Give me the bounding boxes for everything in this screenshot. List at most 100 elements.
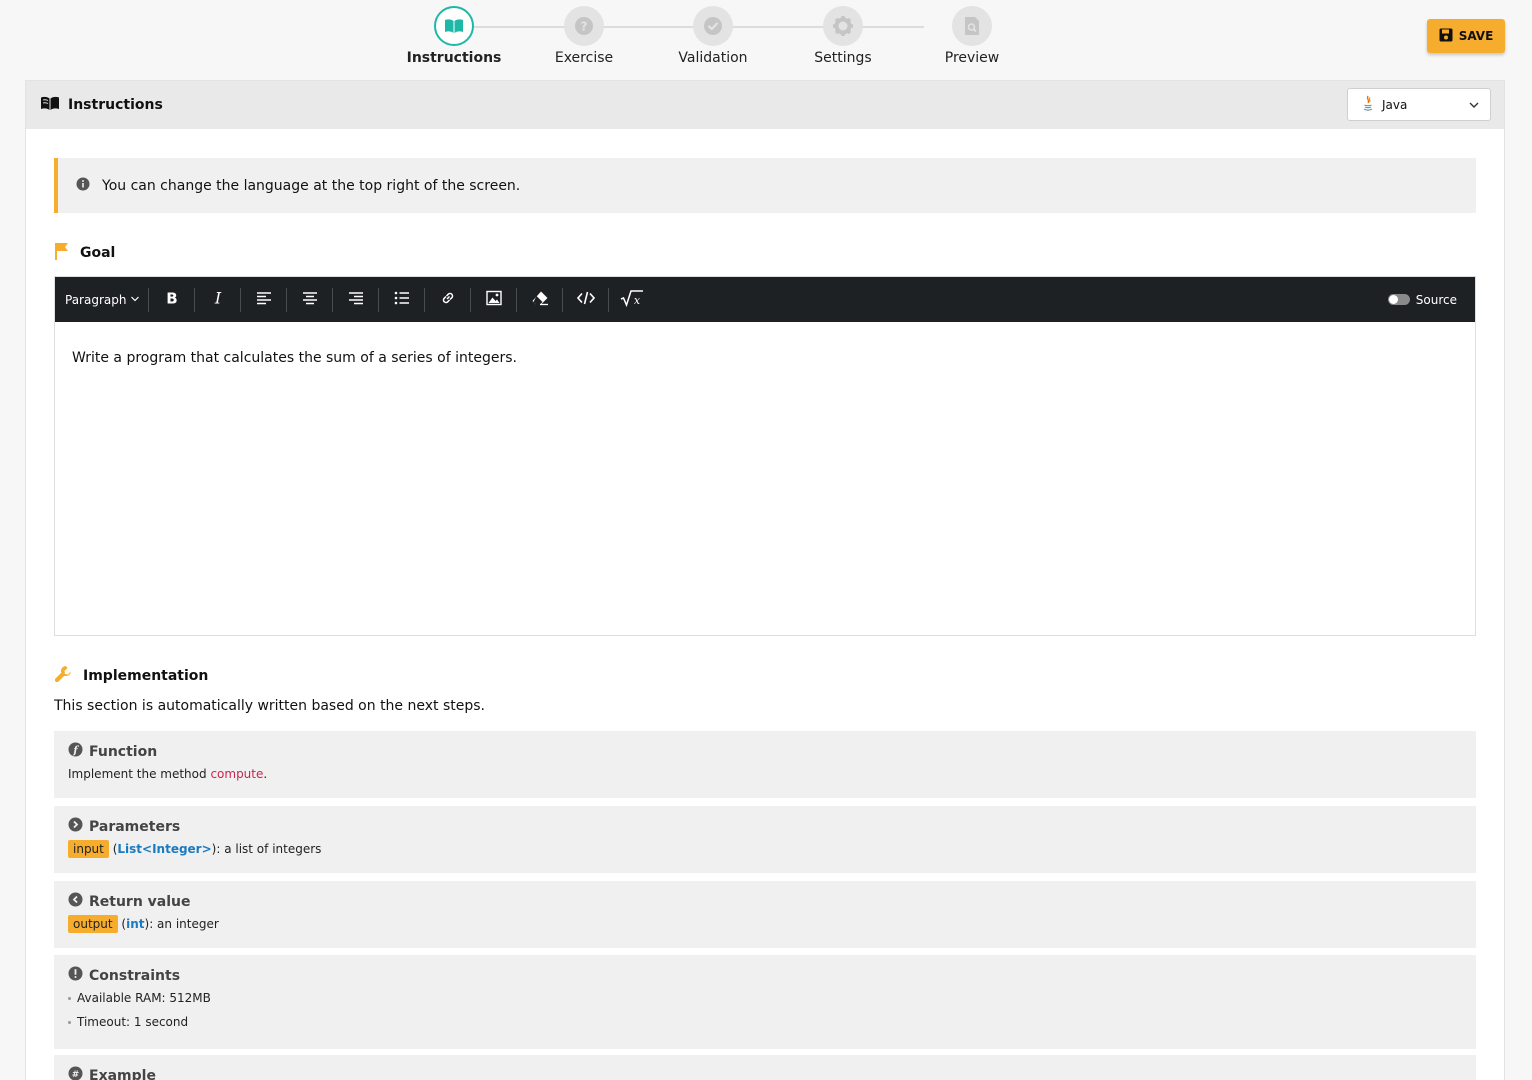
implementation-description: This section is automatically written ba… <box>54 698 485 714</box>
bullet-dot <box>68 1020 71 1024</box>
remove-format-button[interactable] <box>517 277 562 322</box>
parameters-body: input (List<Integer>): a list of integer… <box>68 840 1462 858</box>
function-heading: f Function <box>68 742 1462 761</box>
wrench-icon <box>54 665 72 687</box>
goal-editor: Paragraph B I x Source Write a program t… <box>54 276 1476 636</box>
panel-title: Instructions <box>68 97 163 113</box>
step-label: Settings <box>814 50 872 66</box>
list-item: Timeout: 1 second <box>68 1015 1462 1029</box>
param-type: List<Integer> <box>117 842 212 856</box>
bulleted-list-icon <box>394 290 410 309</box>
source-label: Source <box>1415 292 1457 307</box>
save-button[interactable]: SAVE <box>1427 19 1505 53</box>
bold-icon: B <box>165 290 179 309</box>
step-settings[interactable]: Settings <box>783 6 903 66</box>
square-root-icon: x <box>620 289 644 311</box>
step-label: Validation <box>678 50 748 66</box>
chevron-right-circle-icon <box>68 817 83 836</box>
link-button[interactable] <box>425 277 470 322</box>
return-value-body: output (int): an integer <box>68 915 1462 933</box>
italic-icon: I <box>211 289 225 309</box>
param-description: : a list of integers <box>216 842 322 856</box>
parameters-title: Parameters <box>89 818 181 835</box>
step-instructions[interactable]: Instructions <box>394 6 514 66</box>
bold-button[interactable]: B <box>149 277 194 322</box>
step-validation[interactable]: Validation <box>653 6 773 66</box>
function-method-name: compute <box>210 767 264 781</box>
info-alert: You can change the language at the top r… <box>54 158 1476 213</box>
step-preview[interactable]: Preview <box>912 6 1032 66</box>
bullet-dot <box>68 996 71 1000</box>
language-select[interactable]: Java <box>1347 88 1491 121</box>
function-prefix: Implement the method <box>68 767 211 781</box>
align-center-button[interactable] <box>287 277 332 322</box>
function-card: f Function Implement the method compute. <box>54 731 1476 798</box>
return-type: int <box>126 917 145 931</box>
floppy-disk-icon <box>1439 28 1453 45</box>
stepper: Instructions ? Exercise Validation Setti… <box>390 0 1040 70</box>
parameters-heading: Parameters <box>68 817 1462 836</box>
link-icon <box>440 290 456 310</box>
toggle-switch[interactable] <box>1387 294 1410 305</box>
align-right-icon <box>348 290 364 309</box>
paragraph-dropdown[interactable]: Paragraph <box>55 277 148 322</box>
chevron-down-icon <box>1468 99 1480 114</box>
instructions-panel: Instructions Java You can change the lan… <box>25 80 1505 1080</box>
constraints-card: Constraints Available RAM: 512MB Timeout… <box>54 955 1476 1049</box>
goal-text[interactable]: Write a program that calculates the sum … <box>72 350 1458 366</box>
goal-title: Goal <box>80 245 116 261</box>
align-center-icon <box>302 290 318 309</box>
goal-heading: Goal <box>54 242 115 264</box>
constraint-timeout: Timeout: 1 second <box>77 1015 189 1029</box>
math-formula-button[interactable]: x <box>609 277 654 322</box>
return-description: : an integer <box>149 917 219 931</box>
code-button[interactable] <box>563 277 608 322</box>
return-value-heading: Return value <box>68 892 1462 911</box>
function-icon: f <box>68 742 83 761</box>
code-icon <box>576 290 596 309</box>
function-body: Implement the method compute. <box>68 767 1462 781</box>
image-icon <box>486 290 502 310</box>
chevron-left-circle-icon <box>68 892 83 911</box>
implementation-heading: Implementation <box>54 665 208 687</box>
constraints-list: Available RAM: 512MB Timeout: 1 second <box>68 991 1462 1029</box>
constraints-heading: Constraints <box>68 966 1462 985</box>
step-label: Instructions <box>406 50 502 66</box>
align-left-button[interactable] <box>241 277 286 322</box>
function-title: Function <box>89 743 158 760</box>
parameters-card: Parameters input (List<Integer>): a list… <box>54 806 1476 873</box>
step-label: Preview <box>944 50 1000 66</box>
gear-icon <box>823 6 863 46</box>
bulleted-list-button[interactable] <box>379 277 424 322</box>
info-text: You can change the language at the top r… <box>102 177 521 194</box>
svg-text:B: B <box>166 291 177 305</box>
book-open-icon <box>40 96 60 115</box>
check-circle-icon <box>693 6 733 46</box>
eraser-icon <box>531 290 549 310</box>
svg-text:?: ? <box>581 20 588 34</box>
save-label: SAVE <box>1458 29 1494 43</box>
param-name-badge: input <box>68 840 109 858</box>
align-right-button[interactable] <box>333 277 378 322</box>
italic-button[interactable]: I <box>195 277 240 322</box>
source-toggle[interactable]: Source <box>1387 277 1457 322</box>
example-heading: # Example <box>68 1066 1462 1080</box>
svg-text:x: x <box>634 294 641 307</box>
return-value-title: Return value <box>89 893 191 910</box>
svg-text:#: # <box>72 1070 80 1080</box>
constraint-ram: Available RAM: 512MB <box>77 991 211 1005</box>
return-value-card: Return value output (int): an integer <box>54 881 1476 948</box>
implementation-title: Implementation <box>83 668 209 684</box>
svg-text:I: I <box>214 291 222 305</box>
info-icon <box>76 177 90 195</box>
constraints-title: Constraints <box>89 967 181 984</box>
insert-image-button[interactable] <box>471 277 516 322</box>
exclamation-circle-icon <box>68 966 83 985</box>
return-name-badge: output <box>68 915 118 933</box>
chevron-down-icon <box>130 293 140 307</box>
language-value: Java <box>1382 97 1408 112</box>
panel-header: Instructions Java <box>26 81 1504 129</box>
editor-content[interactable]: Write a program that calculates the sum … <box>55 322 1475 394</box>
step-exercise[interactable]: ? Exercise <box>524 6 644 66</box>
preview-icon <box>952 6 992 46</box>
